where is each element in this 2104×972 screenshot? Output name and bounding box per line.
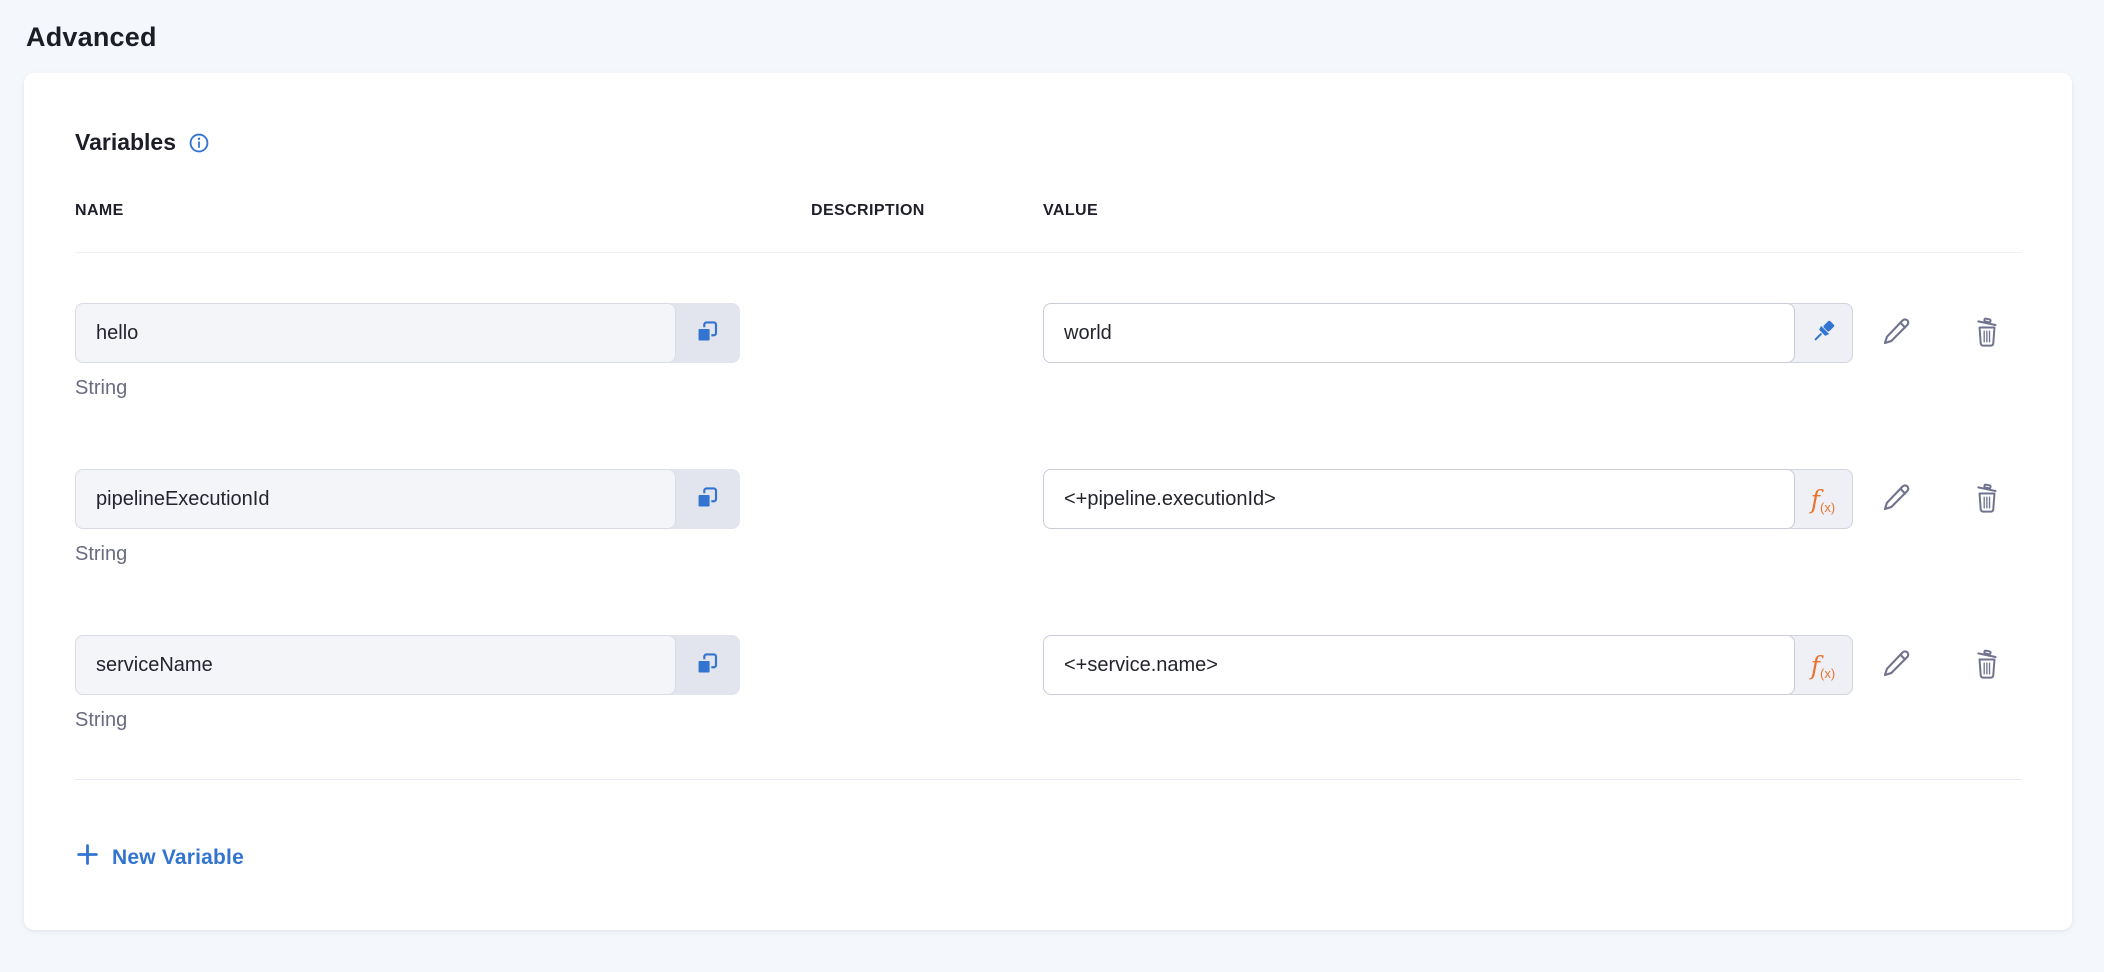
name-field bbox=[75, 303, 740, 363]
delete-variable-button[interactable] bbox=[1971, 481, 2003, 518]
value-field: f(x) bbox=[1043, 635, 1853, 695]
name-cell: String bbox=[75, 469, 811, 566]
row-actions bbox=[1853, 303, 2022, 363]
variable-value-input[interactable] bbox=[1043, 635, 1795, 695]
row-actions bbox=[1853, 469, 2022, 529]
column-header-name: NAME bbox=[75, 202, 811, 220]
value-field: f(x) bbox=[1043, 469, 1853, 529]
fx-expression-icon: f(x) bbox=[1811, 487, 1835, 512]
variable-value-input[interactable] bbox=[1043, 303, 1795, 363]
pencil-icon bbox=[1879, 481, 1913, 518]
edit-variable-button[interactable] bbox=[1879, 315, 1913, 352]
page-title: Advanced bbox=[26, 22, 2080, 53]
trash-icon bbox=[1971, 315, 2003, 352]
table-header-row: NAME DESCRIPTION VALUE bbox=[75, 202, 2022, 253]
variable-row: String f(x) bbox=[75, 400, 2022, 566]
delete-variable-button[interactable] bbox=[1971, 647, 2003, 684]
pencil-icon bbox=[1879, 315, 1913, 352]
new-variable-button[interactable]: New Variable bbox=[75, 842, 244, 873]
plus-icon bbox=[75, 842, 100, 873]
copy-icon bbox=[694, 485, 720, 514]
value-cell: f(x) bbox=[1043, 469, 1853, 529]
name-cell: String bbox=[75, 303, 811, 400]
fx-expression-icon: f(x) bbox=[1811, 653, 1835, 678]
variable-name-input[interactable] bbox=[75, 469, 676, 529]
variable-row: String f(x) bbox=[75, 566, 2022, 732]
edit-variable-button[interactable] bbox=[1879, 481, 1913, 518]
variables-header: Variables bbox=[75, 73, 2022, 156]
variable-type-label: String bbox=[75, 543, 811, 566]
variable-value-input[interactable] bbox=[1043, 469, 1795, 529]
pencil-icon bbox=[1879, 647, 1913, 684]
copy-icon bbox=[694, 319, 720, 348]
variables-panel: Variables NAME DESCRIPTION VALUE bbox=[24, 73, 2072, 930]
trash-icon bbox=[1971, 481, 2003, 518]
row-actions bbox=[1853, 635, 2022, 695]
panel-footer: New Variable bbox=[75, 780, 2022, 873]
value-cell bbox=[1043, 303, 1853, 363]
value-field bbox=[1043, 303, 1853, 363]
info-icon[interactable] bbox=[188, 132, 210, 154]
column-header-description: DESCRIPTION bbox=[811, 202, 1043, 220]
variable-name-input[interactable] bbox=[75, 303, 676, 363]
value-cell: f(x) bbox=[1043, 635, 1853, 695]
page: Advanced Variables NAME DESCRIPTION VALU… bbox=[0, 0, 2104, 972]
new-variable-label: New Variable bbox=[112, 846, 244, 870]
name-cell: String bbox=[75, 635, 811, 732]
variable-name-input[interactable] bbox=[75, 635, 676, 695]
name-field bbox=[75, 635, 740, 695]
variable-type-label: String bbox=[75, 377, 811, 400]
variables-title: Variables bbox=[75, 129, 176, 156]
delete-variable-button[interactable] bbox=[1971, 315, 2003, 352]
edit-variable-button[interactable] bbox=[1879, 647, 1913, 684]
column-header-value: VALUE bbox=[1043, 202, 1853, 220]
name-field bbox=[75, 469, 740, 529]
copy-icon bbox=[694, 651, 720, 680]
variable-row: String bbox=[75, 253, 2022, 400]
variable-type-label: String bbox=[75, 709, 811, 732]
trash-icon bbox=[1971, 647, 2003, 684]
pin-icon bbox=[1809, 318, 1837, 349]
